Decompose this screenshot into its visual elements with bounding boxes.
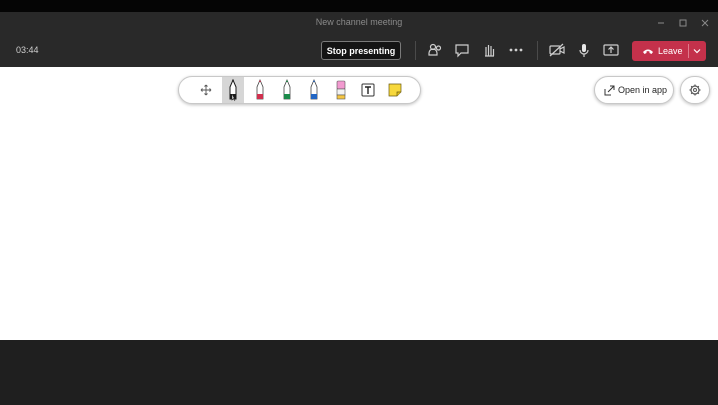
red-pen-tool[interactable] <box>249 77 271 103</box>
open-in-app-button[interactable]: Open in app <box>594 76 674 104</box>
text-tool[interactable] <box>357 77 379 103</box>
pen-icon <box>310 78 318 100</box>
leave-split-divider <box>688 44 689 58</box>
highlighter-tool[interactable] <box>330 77 352 103</box>
open-external-icon <box>604 85 615 96</box>
meeting-toolbar: 03:44 Stop presenting Leave <box>0 34 718 67</box>
meeting-timer: 03:44 <box>16 45 39 55</box>
sticky-note-tool[interactable] <box>384 77 406 103</box>
move-tool[interactable] <box>195 77 217 103</box>
whiteboard-tool-tray <box>178 76 421 104</box>
camera-off-icon <box>549 43 565 57</box>
maximize-icon <box>679 19 687 27</box>
divider <box>537 41 538 60</box>
microphone-icon <box>579 44 589 57</box>
chat-button[interactable] <box>453 41 471 59</box>
pen-icon <box>256 78 264 100</box>
chevron-down-icon[interactable] <box>692 46 702 56</box>
green-pen-tool[interactable] <box>276 77 298 103</box>
whiteboard-canvas[interactable] <box>0 67 718 340</box>
minimize-icon <box>658 22 664 24</box>
black-pen-tool[interactable] <box>222 77 244 103</box>
text-box-icon <box>361 83 375 97</box>
blue-pen-tool[interactable] <box>303 77 325 103</box>
title-bar: New channel meeting <box>0 12 718 34</box>
move-icon <box>200 84 212 96</box>
close-icon <box>701 19 709 27</box>
mic-toggle-button[interactable] <box>575 41 593 59</box>
camera-toggle-button[interactable] <box>548 41 566 59</box>
leave-label: Leave <box>658 46 683 56</box>
bottom-area <box>0 340 718 405</box>
maximize-button[interactable] <box>676 16 690 30</box>
pen-icon <box>229 78 237 102</box>
chat-icon <box>455 44 469 58</box>
more-icon <box>509 48 523 52</box>
participants-button[interactable] <box>426 41 444 59</box>
pen-icon <box>283 78 291 100</box>
top-strip <box>0 0 718 12</box>
share-tray-button[interactable] <box>602 41 620 59</box>
divider <box>415 41 416 60</box>
highlighter-icon <box>336 80 346 100</box>
raise-hand-button[interactable] <box>480 41 498 59</box>
open-in-app-label: Open in app <box>618 85 668 95</box>
phone-hangup-icon <box>643 49 653 54</box>
more-actions-button[interactable] <box>507 41 525 59</box>
leave-button[interactable]: Leave <box>632 41 706 61</box>
hand-icon <box>485 45 495 57</box>
share-screen-icon <box>603 44 619 56</box>
minimize-button[interactable] <box>654 16 668 30</box>
close-window-button[interactable] <box>698 16 712 30</box>
gear-icon <box>689 84 701 96</box>
window-title: New channel meeting <box>315 17 403 27</box>
sticky-note-icon <box>388 83 402 97</box>
people-icon <box>428 43 442 56</box>
stop-presenting-button[interactable]: Stop presenting <box>321 41 401 60</box>
whiteboard-settings-button[interactable] <box>680 76 710 104</box>
